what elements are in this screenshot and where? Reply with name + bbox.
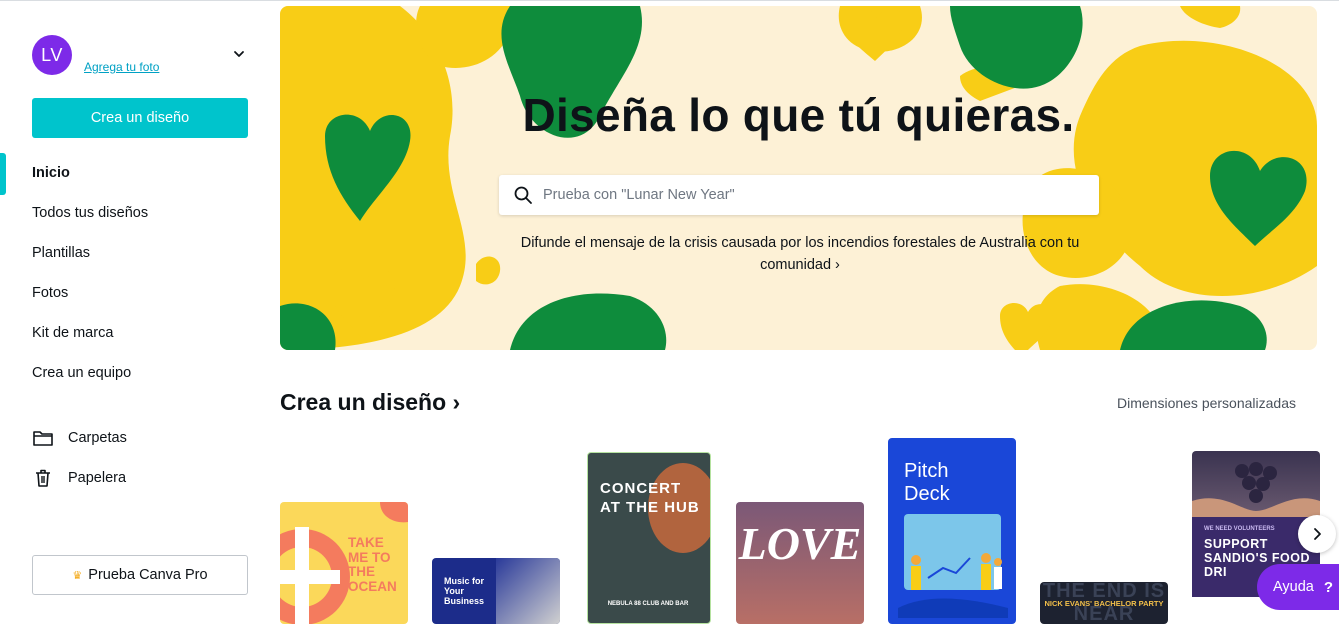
party-card-text: NICK EVANS' BACHELOR PARTY xyxy=(1044,599,1164,608)
grapes-icon xyxy=(1192,462,1320,517)
music-card-photo xyxy=(496,558,560,624)
crown-icon: ♛ xyxy=(72,569,83,582)
pitch-card-text: Pitch Deck xyxy=(904,460,950,505)
food-card-label: WE NEED VOLUNTEERS xyxy=(1204,526,1275,532)
help-question-icon: ? xyxy=(1323,578,1334,596)
hero-message[interactable]: Difunde el mensaje de la crisis causada … xyxy=(490,232,1110,276)
sidebar-item-trash[interactable]: Papelera xyxy=(32,467,126,489)
trash-label: Papelera xyxy=(68,470,127,486)
concert-card-venue: NEBULA 88 CLUB AND BAR xyxy=(607,601,689,607)
music-card-text: Music for Your Business xyxy=(444,576,485,606)
template-card-party[interactable]: THE END IS NEAR NICK EVANS' BACHELOR PAR… xyxy=(1040,582,1168,624)
search-box[interactable] xyxy=(499,175,1099,215)
food-card-photo xyxy=(1192,451,1320,517)
hero-banner: Diseña lo que tú quieras. Difunde el men… xyxy=(280,6,1317,350)
sidebar-item-folders[interactable]: Carpetas xyxy=(32,427,127,449)
concert-card-text: CONCERT AT THE HUB xyxy=(600,480,700,516)
help-label: Ayuda xyxy=(1273,579,1314,595)
custom-dimensions-link[interactable]: Dimensiones personalizadas xyxy=(1117,395,1296,411)
avatar[interactable]: LV xyxy=(32,35,72,75)
section-title[interactable]: Crea un diseño › xyxy=(280,389,460,416)
try-pro-label: Prueba Canva Pro xyxy=(88,567,208,583)
sidebar-item-brand-kit[interactable]: Kit de marca xyxy=(32,325,113,341)
create-design-button[interactable]: Crea un diseño xyxy=(32,98,248,138)
folder-icon xyxy=(33,431,53,446)
chevron-right-icon xyxy=(1314,528,1321,540)
carousel-next-button[interactable] xyxy=(1298,515,1336,553)
folders-label: Carpetas xyxy=(68,430,127,446)
template-card-love[interactable]: LOVE xyxy=(736,502,864,624)
love-card-text: LOVE xyxy=(738,518,862,569)
template-card-concert[interactable]: CONCERT AT THE HUB NEBULA 88 CLUB AND BA… xyxy=(587,452,711,624)
search-icon xyxy=(514,186,532,204)
pitch-card-illustration xyxy=(898,553,1008,618)
chevron-down-icon[interactable] xyxy=(232,47,246,61)
add-photo-link[interactable]: Agrega tu foto xyxy=(84,60,159,74)
hero-message-line1: Difunde el mensaje de la crisis causada … xyxy=(520,235,1080,251)
sidebar-item-inicio[interactable]: Inicio xyxy=(32,165,70,181)
sidebar-item-templates[interactable]: Plantillas xyxy=(32,245,90,261)
hero-message-line2: comunidad › xyxy=(760,257,840,273)
template-card-pitch[interactable]: Pitch Deck xyxy=(888,438,1016,624)
ocean-card-text: TAKE ME TO THE OCEAN xyxy=(348,535,397,594)
search-input[interactable] xyxy=(543,187,1063,203)
template-card-ocean[interactable]: TAKE ME TO THE OCEAN xyxy=(280,502,408,624)
try-pro-button[interactable]: ♛ Prueba Canva Pro xyxy=(32,555,248,595)
template-card-music[interactable]: Music for Your Business xyxy=(432,558,560,624)
sidebar: LV Agrega tu foto Crea un diseño Inicio … xyxy=(0,0,265,624)
sidebar-item-photos[interactable]: Fotos xyxy=(32,285,68,301)
help-button[interactable]: Ayuda ? xyxy=(1257,564,1339,610)
hero-title: Diseña lo que tú quieras. xyxy=(522,89,1075,141)
sidebar-item-create-team[interactable]: Crea un equipo xyxy=(32,365,131,381)
trash-icon xyxy=(36,469,50,487)
sidebar-item-all-designs[interactable]: Todos tus diseños xyxy=(32,205,148,221)
active-indicator xyxy=(0,153,6,195)
